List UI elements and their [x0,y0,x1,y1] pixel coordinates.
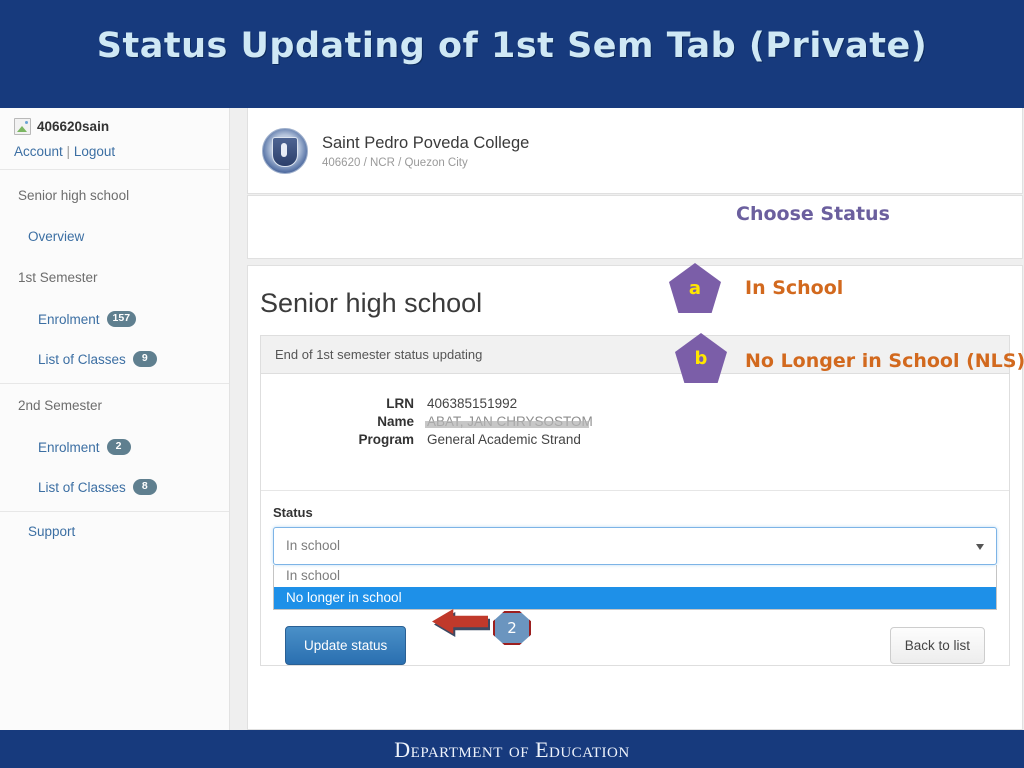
sidebar-user-row: 406620sain [14,118,229,135]
school-name: Saint Pedro Poveda College [322,133,530,152]
sidebar-item-label: List of Classes [38,351,126,367]
status-option-no-longer-in-school[interactable]: No longer in school [274,587,996,609]
school-meta: 406620 / NCR / Quezon City [322,156,468,169]
status-field-block: Status In school In school No longer in … [261,490,1009,665]
field-label: Program [358,432,414,447]
action-button-row: Update status Back to list [285,626,985,665]
broken-image-icon [14,118,31,135]
slide-title: Status Updating of 1st Sem Tab (Private) [96,26,928,66]
status-option-in-school[interactable]: In school [274,565,996,587]
status-card: End of 1st semester status updating LRN … [260,335,1010,666]
sidebar-group-1st-semester: 1st Semester [18,270,98,285]
choose-status-panel [247,195,1023,259]
annotation-callout-in-school: In School [745,277,844,299]
slide-title-bar: Status Updating of 1st Sem Tab (Private) [0,0,1024,108]
sidebar-item-label: Enrolment [38,311,100,327]
sidebar-item-list-of-classes-2nd[interactable]: List of Classes 8 [0,467,229,507]
field-row-lrn: LRN 406385151992 [275,396,995,411]
sidebar-item-enrolment-2nd[interactable]: Enrolment 2 [0,427,229,467]
sidebar-badge-count: 157 [106,311,137,327]
sidebar-item-list-of-classes-1st[interactable]: List of Classes 9 [0,339,229,379]
status-dropdown-list: In school No longer in school [273,565,997,610]
field-row-program: Program General Academic Strand [275,432,995,447]
sidebar-badge-count: 2 [106,439,131,455]
sidebar-user-block: 406620sain Account | Logout [0,108,229,170]
sidebar-badge-count: 8 [132,479,157,495]
sidebar-nav: Senior high school Overview 1st Semester… [0,170,229,551]
footer-bar: Department of Education [0,730,1024,768]
field-value: 406385151992 [427,396,518,411]
left-arrow-icon [432,609,492,637]
back-to-list-button[interactable]: Back to list [889,627,985,664]
school-text-block: Saint Pedro Poveda College 406620 / NCR … [322,133,529,169]
sidebar-item-label: Support [28,524,76,539]
sidebar-item-label: Enrolment [38,439,100,455]
link-separator: | [66,144,71,159]
field-value: General Academic Strand [427,432,581,447]
sidebar-account-links: Account | Logout [14,144,229,159]
field-label: Name [377,414,414,429]
status-select[interactable]: In school [273,527,997,565]
footer-title: Department of Education [394,737,630,762]
chevron-down-icon [976,544,984,550]
school-header-panel: Saint Pedro Poveda College 406620 / NCR … [247,108,1023,194]
sidebar: 406620sain Account | Logout Senior high … [0,108,230,730]
sidebar-group-senior-high-school: Senior high school [18,188,130,203]
sidebar-item-support[interactable]: Support [0,512,229,551]
sidebar-badge-count: 9 [132,351,157,367]
sidebar-item-overview[interactable]: Overview [0,217,229,256]
field-row-name: Name ABAT, JAN CHRYSOSTOM [275,414,995,429]
status-label: Status [273,505,313,520]
status-selected-value: In school [286,538,341,553]
field-value-redacted: ABAT, JAN CHRYSOSTOM [425,414,593,429]
page-title: Senior high school [260,288,483,318]
status-card-body: LRN 406385151992 Name ABAT, JAN CHRYSOST… [261,374,1009,468]
field-label: LRN [386,396,414,411]
sidebar-username: 406620sain [37,119,110,134]
sidebar-group-2nd-semester: 2nd Semester [18,398,103,413]
sidebar-item-enrolment-1st[interactable]: Enrolment 157 [0,299,229,339]
main-panel: Senior high school End of 1st semester s… [247,265,1023,730]
school-seal-icon [262,127,308,174]
logout-link[interactable]: Logout [74,144,115,159]
content-area: Saint Pedro Poveda College 406620 / NCR … [230,108,1024,730]
sidebar-item-label: Overview [28,229,85,244]
sidebar-item-label: List of Classes [38,479,126,495]
annotation-callout-nls: No Longer in School (NLS) [745,350,1024,372]
annotation-choose-status: Choose Status [736,203,890,225]
update-status-button[interactable]: Update status [285,626,407,665]
account-link[interactable]: Account [14,144,63,159]
